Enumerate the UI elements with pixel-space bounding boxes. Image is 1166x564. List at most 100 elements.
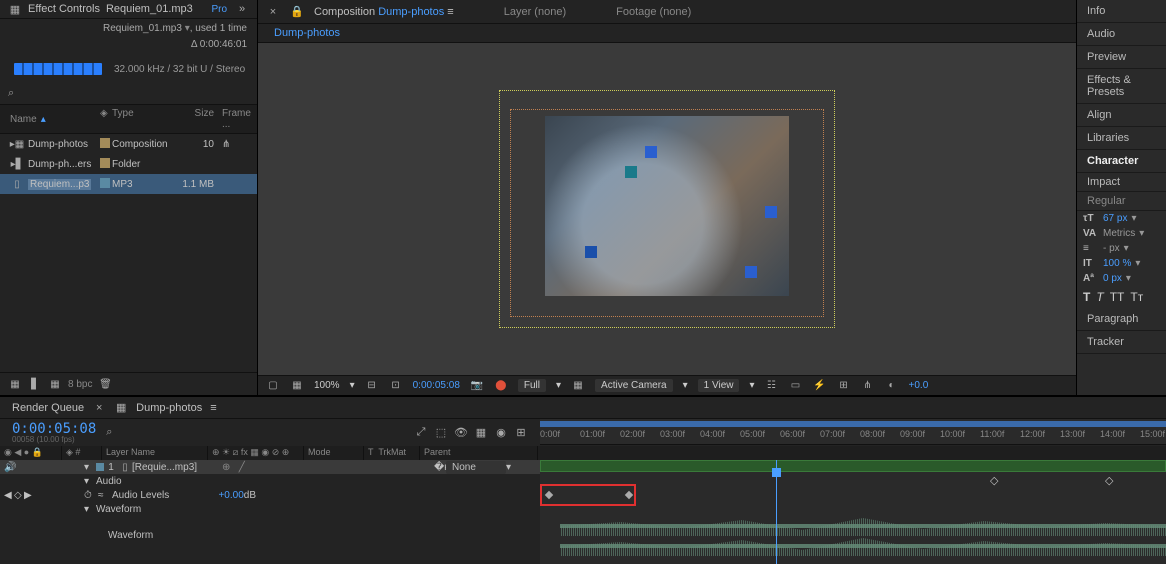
interpret-icon[interactable]: ▦: [8, 377, 22, 391]
lock-icon[interactable]: 🔒: [290, 5, 304, 19]
layer-type-icon: ▯: [118, 460, 132, 474]
footage-viewer-tab[interactable]: Footage (none): [616, 6, 691, 18]
timeline-comp-icon: ▦: [114, 401, 128, 415]
duration-delta: Δ 0:00:46:01: [191, 39, 247, 50]
new-folder-icon[interactable]: ▋: [28, 377, 42, 391]
panel-menu-icon[interactable]: »: [235, 2, 249, 16]
bit-depth[interactable]: 8 bpc: [68, 379, 92, 390]
comp-mini-flow-icon[interactable]: ⤢: [414, 426, 428, 440]
waveform-group-row[interactable]: ▾ Waveform: [0, 502, 540, 516]
flowchart-icon[interactable]: ⋔: [222, 139, 230, 150]
panel-character[interactable]: Character: [1077, 150, 1166, 173]
new-comp-icon[interactable]: ▦: [48, 377, 62, 391]
resolution-select[interactable]: Full: [518, 379, 546, 392]
grid-icon[interactable]: ▦: [290, 379, 304, 393]
zoom-level[interactable]: 100%: [314, 380, 340, 391]
composition-viewer[interactable]: [258, 43, 1076, 375]
bold-button[interactable]: T: [1083, 290, 1090, 304]
panel-effects[interactable]: Effects & Presets: [1077, 69, 1166, 104]
audio-levels-value[interactable]: +0.00: [218, 490, 243, 501]
project-item-folder[interactable]: ▸▋Dump-ph...ers Folder: [0, 154, 257, 174]
render-queue-tab[interactable]: Render Queue: [12, 402, 84, 414]
resolution-icon[interactable]: ⊟: [365, 379, 379, 393]
timeline-comp-tab[interactable]: Dump-photos: [136, 402, 202, 414]
waveform-display: [560, 516, 1166, 560]
stopwatch-icon[interactable]: ⏱: [84, 490, 98, 501]
vscale-value[interactable]: 100 %: [1103, 258, 1131, 269]
composition-frame: [545, 116, 789, 296]
panel-paragraph[interactable]: Paragraph: [1077, 308, 1166, 331]
baseline-icon: Aª: [1083, 273, 1099, 284]
comp-icon: ▸▦: [10, 137, 24, 151]
frame-blend-icon[interactable]: ▦: [474, 426, 488, 440]
layer-name[interactable]: [Requie...mp3]: [132, 462, 222, 473]
expression-icon[interactable]: ≈: [98, 490, 112, 501]
layer-viewer-tab[interactable]: Layer (none): [504, 6, 566, 18]
exposure-value[interactable]: +0.0: [909, 380, 929, 391]
used-count: , used 1 time: [190, 23, 247, 34]
close-tab-icon[interactable]: ×: [266, 5, 280, 19]
transparency-icon[interactable]: ▦: [571, 379, 585, 393]
motion-blur-icon[interactable]: ◉: [494, 426, 508, 440]
timeline-icon[interactable]: ⊞: [837, 379, 851, 393]
timeline-track-area[interactable]: ◇ ◇: [540, 460, 1166, 564]
close-timeline-tab-icon[interactable]: ×: [92, 401, 106, 415]
draft3d-icon[interactable]: ⬚: [434, 426, 448, 440]
tracking-icon: ≡: [1083, 243, 1099, 254]
audio-switch-icon[interactable]: 🔊: [4, 462, 16, 473]
composition-tab-label: Composition Dump-photos ≡: [314, 6, 454, 18]
vscale-icon: IT: [1083, 258, 1099, 269]
flowchart-icon[interactable]: ⋔: [861, 379, 875, 393]
layer-duration-bar[interactable]: [540, 460, 1166, 472]
shy-icon[interactable]: 👁: [454, 426, 468, 440]
panel-preview[interactable]: Preview: [1077, 46, 1166, 69]
comp-breadcrumb[interactable]: Dump-photos: [258, 24, 1076, 43]
views-select[interactable]: 1 View: [698, 379, 740, 392]
keyframe-marker[interactable]: ◇: [990, 474, 998, 487]
font-style[interactable]: Regular: [1077, 192, 1166, 211]
channel-icon[interactable]: ⬤: [494, 379, 508, 393]
font-family[interactable]: Impact: [1077, 173, 1166, 192]
timeline-ruler[interactable]: 0:00f 01:00f 02:00f 03:00f 04:00f 05:00f…: [540, 419, 1166, 445]
keyframe-marker[interactable]: ◇: [1105, 474, 1113, 487]
timeline-layer-row[interactable]: 🔊 ▾ 1 ▯ [Requie...mp3] ⊕ ╱ �керів None▾: [0, 460, 540, 474]
parent-select[interactable]: None: [446, 461, 506, 474]
roi-icon[interactable]: ⊡: [389, 379, 403, 393]
magnify-icon[interactable]: ▢: [266, 379, 280, 393]
exposure-reset-icon[interactable]: ◐: [885, 379, 899, 393]
project-item-audio[interactable]: ▯Requiem...p3 MP3 1.1 MB: [0, 174, 257, 194]
search-icon[interactable]: ⌕: [8, 87, 14, 99]
timeline-search-icon[interactable]: ⌕: [106, 426, 112, 439]
project-item-comp[interactable]: ▸▦Dump-photos Composition 10 ⋔: [0, 134, 257, 154]
audio-waveform-thumb: [14, 63, 102, 75]
panel-align[interactable]: Align: [1077, 104, 1166, 127]
trash-icon[interactable]: 🗑: [98, 377, 112, 391]
tracking-value[interactable]: - px: [1103, 243, 1120, 254]
panel-tracker[interactable]: Tracker: [1077, 331, 1166, 354]
highlight-annotation: [540, 484, 636, 506]
allcaps-button[interactable]: TT: [1110, 290, 1125, 304]
camera-select[interactable]: Active Camera: [595, 379, 673, 392]
font-size-icon: τT: [1083, 213, 1099, 224]
viewer-timecode[interactable]: 0:00:05:08: [413, 380, 460, 391]
comp-name-link[interactable]: Dump-photos: [378, 6, 444, 18]
snapshot-icon[interactable]: 📷: [470, 379, 484, 393]
panel-libraries[interactable]: Libraries: [1077, 127, 1166, 150]
waveform-label-row: Waveform: [0, 516, 540, 556]
panel-audio[interactable]: Audio: [1077, 23, 1166, 46]
source-file[interactable]: Requiem_01.mp3: [103, 23, 182, 34]
panel-info[interactable]: Info: [1077, 0, 1166, 23]
audio-group-row[interactable]: ▾ Audio: [0, 474, 540, 488]
smallcaps-button[interactable]: Tᴛ: [1130, 290, 1143, 304]
italic-button[interactable]: T: [1096, 290, 1103, 304]
playhead[interactable]: [776, 460, 777, 564]
pixel-aspect-icon[interactable]: ▭: [789, 379, 803, 393]
kerning-value[interactable]: Metrics: [1103, 228, 1135, 239]
fast-preview-icon[interactable]: ⚡: [813, 379, 827, 393]
font-size-value[interactable]: 67 px: [1103, 213, 1127, 224]
project-icon[interactable]: ▦: [8, 2, 22, 16]
view-options-icon[interactable]: ☷: [765, 379, 779, 393]
graph-editor-icon[interactable]: ⊞: [514, 426, 528, 440]
baseline-value[interactable]: 0 px: [1103, 273, 1122, 284]
audio-levels-row[interactable]: ◀◇▶ ⏱ ≈ Audio Levels +0.00dB: [0, 488, 540, 502]
